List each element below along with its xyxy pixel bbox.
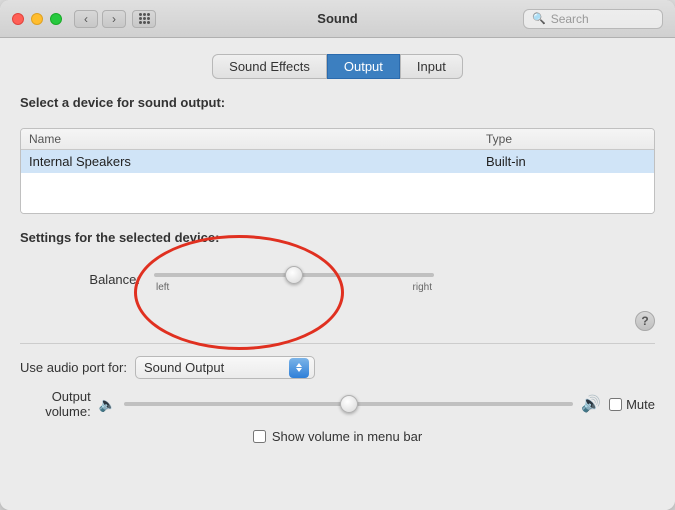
tab-output[interactable]: Output — [327, 54, 400, 79]
help-button[interactable]: ? — [635, 311, 655, 331]
audio-port-label: Use audio port for: — [20, 360, 127, 375]
col-header-name: Name — [29, 132, 486, 146]
traffic-lights — [12, 13, 62, 25]
tab-bar: Sound Effects Output Input — [20, 54, 655, 79]
settings-heading: Settings for the selected device: — [20, 230, 655, 245]
table-row[interactable]: Internal Speakers Built-in — [21, 150, 654, 173]
forward-button[interactable]: › — [102, 10, 126, 28]
minimize-button[interactable] — [31, 13, 43, 25]
search-bar[interactable]: 🔍 — [523, 9, 663, 29]
volume-label: Output volume: — [20, 389, 91, 419]
table-empty-row — [21, 173, 654, 213]
tab-input[interactable]: Input — [400, 54, 463, 79]
mute-label: Mute — [626, 397, 655, 412]
main-window: ‹ › Sound 🔍 Sound Effects Output Input — [0, 0, 675, 510]
speaker-low-icon: 🔈 — [99, 396, 116, 413]
mute-row: Mute — [609, 397, 655, 412]
search-icon: 🔍 — [532, 12, 546, 25]
show-volume-row: Show volume in menu bar — [20, 429, 655, 444]
balance-slider[interactable] — [154, 273, 434, 277]
balance-label: Balance: — [20, 272, 140, 287]
volume-slider[interactable] — [124, 402, 573, 406]
audio-port-row: Use audio port for: Sound Output Sound I… — [20, 356, 655, 379]
balance-slider-container: left right — [154, 265, 434, 293]
audio-port-select-wrapper: Sound Output Sound Input — [135, 356, 315, 379]
back-icon: ‹ — [84, 12, 88, 26]
grid-button[interactable] — [132, 10, 156, 28]
search-input[interactable] — [551, 12, 654, 26]
show-volume-label: Show volume in menu bar — [272, 429, 422, 444]
mute-checkbox[interactable] — [609, 398, 622, 411]
speaker-high-icon: 🔊 — [581, 394, 601, 414]
tab-sound-effects[interactable]: Sound Effects — [212, 54, 327, 79]
col-header-type: Type — [486, 132, 646, 146]
forward-icon: › — [112, 12, 116, 26]
back-button[interactable]: ‹ — [74, 10, 98, 28]
title-bar: ‹ › Sound 🔍 — [0, 0, 675, 38]
content-area: Sound Effects Output Input Select a devi… — [0, 38, 675, 510]
close-button[interactable] — [12, 13, 24, 25]
table-header: Name Type — [21, 129, 654, 150]
balance-left-label: left — [156, 282, 169, 293]
help-area: ? — [20, 311, 655, 331]
balance-right-label: right — [413, 282, 432, 293]
show-volume-checkbox[interactable] — [253, 430, 266, 443]
nav-buttons: ‹ › — [74, 10, 126, 28]
grid-icon — [139, 13, 150, 24]
window-title: Sound — [317, 11, 357, 26]
balance-row: Balance: left right — [20, 265, 655, 293]
device-name: Internal Speakers — [29, 154, 486, 169]
device-type: Built-in — [486, 154, 646, 169]
bottom-section: Use audio port for: Sound Output Sound I… — [20, 343, 655, 444]
volume-row: Output volume: 🔈 🔊 Mute — [20, 389, 655, 419]
section-heading: Select a device for sound output: — [20, 95, 655, 110]
audio-port-select[interactable]: Sound Output Sound Input — [135, 356, 315, 379]
device-table: Name Type Internal Speakers Built-in — [20, 128, 655, 214]
maximize-button[interactable] — [50, 13, 62, 25]
